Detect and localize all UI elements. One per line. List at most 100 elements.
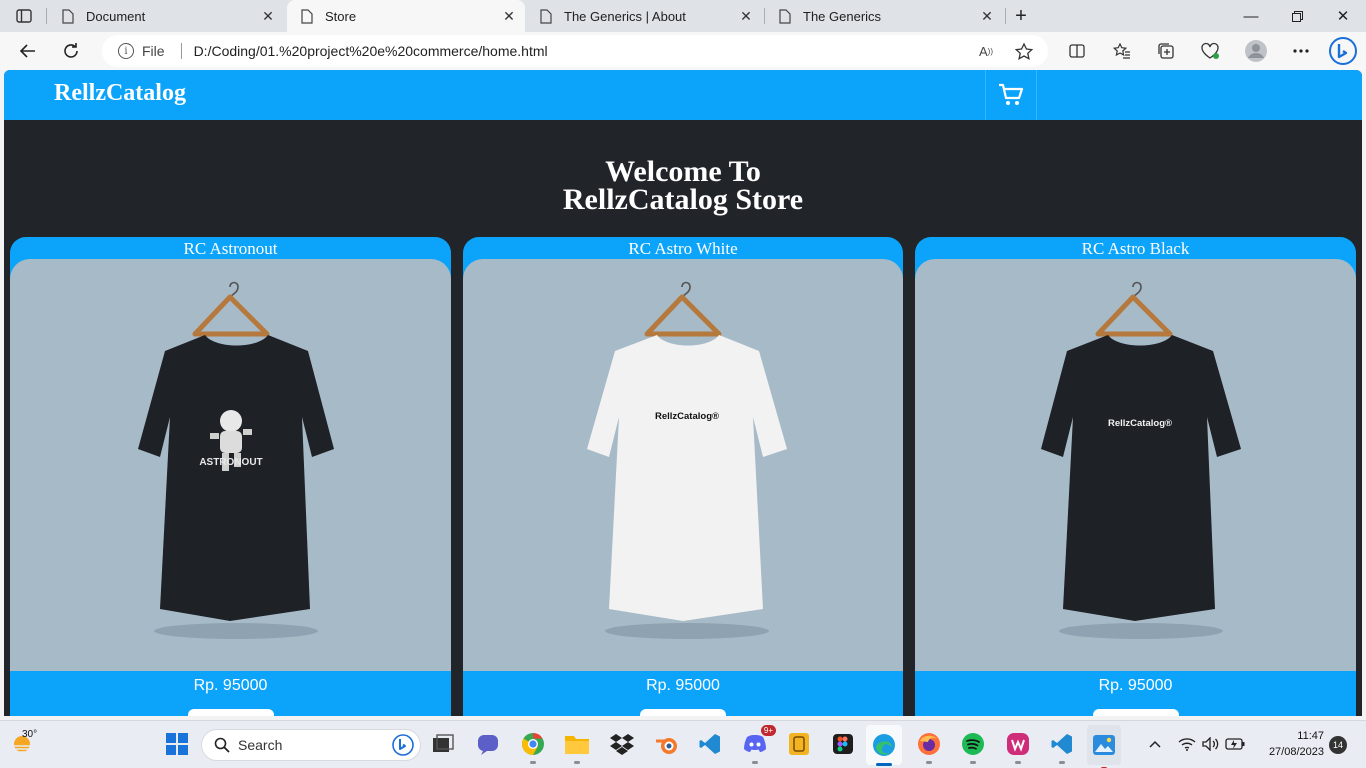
tshirt-shape	[138, 335, 334, 621]
tab-document[interactable]: Document ✕	[48, 0, 284, 32]
info-icon[interactable]: i	[118, 43, 134, 59]
battery-icon[interactable]	[1224, 729, 1246, 759]
url-text[interactable]: D:/Coding/01.%20project%20e%20commerce/h…	[194, 43, 1048, 59]
more-options-icon[interactable]	[1286, 37, 1316, 65]
tshirt-shape	[1041, 335, 1241, 621]
chrome-icon[interactable]	[518, 729, 548, 764]
split-screen-icon[interactable]	[1062, 37, 1092, 65]
cart-button[interactable]	[985, 70, 1037, 120]
task-view-icon[interactable]	[428, 729, 458, 759]
hanger-icon	[1095, 281, 1173, 337]
file-explorer-icon[interactable]	[562, 729, 592, 764]
chevron-up-icon[interactable]	[1143, 729, 1167, 759]
edge-icon[interactable]	[866, 725, 902, 766]
notification-badge: 9+	[760, 725, 776, 736]
hero-line-2: RellzCatalog Store	[562, 183, 804, 216]
product-image[interactable]: ASTRONOUT	[10, 259, 451, 671]
refresh-icon[interactable]	[56, 37, 86, 65]
spotify-icon[interactable]	[958, 729, 988, 764]
minimize-button[interactable]: —	[1228, 0, 1274, 32]
start-menu-icon[interactable]	[162, 729, 192, 759]
wps-office-icon[interactable]	[1003, 729, 1033, 764]
clock-time[interactable]: 11:47	[1256, 730, 1324, 742]
tab-separator	[1005, 8, 1006, 24]
running-indicator	[752, 761, 758, 764]
tab-generics[interactable]: The Generics ✕	[765, 0, 1003, 32]
running-indicator	[530, 761, 536, 764]
browser-essentials-icon[interactable]	[1195, 37, 1225, 65]
product-name: RC Astronout	[183, 239, 278, 258]
product-card[interactable]: RC Astronout ASTRONOUT Rp. 95000	[10, 237, 451, 716]
new-tab-button[interactable]: +	[1008, 4, 1034, 28]
profile-avatar-icon[interactable]	[1241, 37, 1271, 65]
address-bar[interactable]: i File D:/Coding/01.%20project%20e%20com…	[102, 35, 1048, 67]
tab-strip: Document ✕ Store ✕ The Generics | About …	[0, 0, 1366, 32]
tab-title: Store	[325, 8, 357, 24]
tab-title: Document	[86, 8, 146, 24]
restore-button[interactable]	[1274, 0, 1320, 32]
running-indicator	[970, 761, 976, 764]
product-card[interactable]: RC Astro Black RellzCatalog® Rp. 95000	[915, 237, 1356, 716]
blender-icon[interactable]	[652, 729, 682, 759]
hanger-icon	[644, 281, 722, 337]
product-price: Rp. 95000	[193, 677, 268, 694]
photos-icon[interactable]	[1087, 725, 1121, 768]
page-icon	[777, 8, 793, 24]
bing-icon	[392, 734, 414, 756]
back-icon[interactable]	[13, 37, 43, 65]
vscode-icon[interactable]	[695, 729, 725, 759]
close-icon[interactable]: ✕	[975, 4, 999, 28]
wifi-icon[interactable]	[1176, 729, 1198, 759]
product-price: Rp. 95000	[1098, 677, 1173, 694]
discord-icon[interactable]: 9+	[740, 725, 776, 764]
firefox-icon[interactable]	[914, 729, 944, 764]
teams-chat-icon[interactable]	[473, 729, 503, 759]
close-window-button[interactable]: ✕	[1320, 0, 1366, 32]
weather-temperature: 30°	[22, 729, 38, 740]
taskbar-search[interactable]: Search	[201, 729, 421, 761]
product-image[interactable]: RellzCatalog®	[915, 259, 1356, 671]
notes-app-icon[interactable]	[784, 729, 814, 759]
add-to-cart-button[interactable]	[187, 709, 274, 716]
page-icon	[299, 8, 315, 24]
vscode-icon[interactable]	[1047, 729, 1077, 764]
page-icon	[60, 8, 76, 24]
clock-date[interactable]: 27/08/2023	[1250, 746, 1324, 758]
favorite-star-icon[interactable]	[1014, 42, 1034, 60]
tab-store[interactable]: Store ✕	[287, 0, 525, 32]
figma-icon[interactable]	[828, 729, 858, 759]
product-name: RC Astro Black	[1081, 239, 1190, 258]
page-viewport: RellzCatalog Welcome To RellzCatalog Sto…	[4, 70, 1362, 716]
dropbox-icon[interactable]	[607, 729, 637, 759]
add-to-cart-button[interactable]	[640, 709, 726, 716]
running-indicator	[1059, 761, 1065, 764]
product-card[interactable]: RC Astro White RellzCatalog® Rp. 95000	[463, 237, 903, 716]
product-price: Rp. 95000	[646, 677, 720, 694]
close-icon[interactable]: ✕	[734, 4, 758, 28]
running-indicator	[876, 763, 892, 766]
product-name: RC Astro White	[628, 239, 738, 258]
site-brand[interactable]: RellzCatalog	[54, 80, 186, 107]
add-to-cart-button[interactable]	[1092, 709, 1179, 716]
collections-icon[interactable]	[1151, 37, 1181, 65]
read-aloud-icon[interactable]: A))	[976, 42, 996, 60]
close-icon[interactable]: ✕	[497, 4, 521, 28]
scheme-label: File	[142, 43, 165, 59]
product-image[interactable]: RellzCatalog®	[463, 259, 903, 671]
tab-title: The Generics | About	[564, 8, 686, 24]
tab-generics-about[interactable]: The Generics | About ✕	[526, 0, 762, 32]
hero-line-1: Welcome To	[605, 155, 761, 188]
shirt-print-text: RellzCatalog®	[1108, 418, 1172, 429]
windows-taskbar: 30° Search 9+ 11:47 27/08/2023 14	[0, 720, 1366, 768]
favorites-icon[interactable]	[1107, 37, 1137, 65]
volume-icon[interactable]	[1200, 729, 1222, 759]
hero-heading: Welcome To RellzCatalog Store	[4, 155, 1362, 216]
tab-actions-icon[interactable]	[10, 5, 38, 27]
search-label: Search	[238, 737, 283, 753]
close-icon[interactable]: ✕	[256, 4, 280, 28]
svg-text:ASTRONOUT: ASTRONOUT	[199, 457, 262, 468]
notification-count[interactable]: 14	[1329, 736, 1347, 754]
tshirt-shape	[587, 335, 787, 621]
hanger-icon	[192, 281, 270, 337]
bing-copilot-icon[interactable]	[1327, 35, 1359, 67]
